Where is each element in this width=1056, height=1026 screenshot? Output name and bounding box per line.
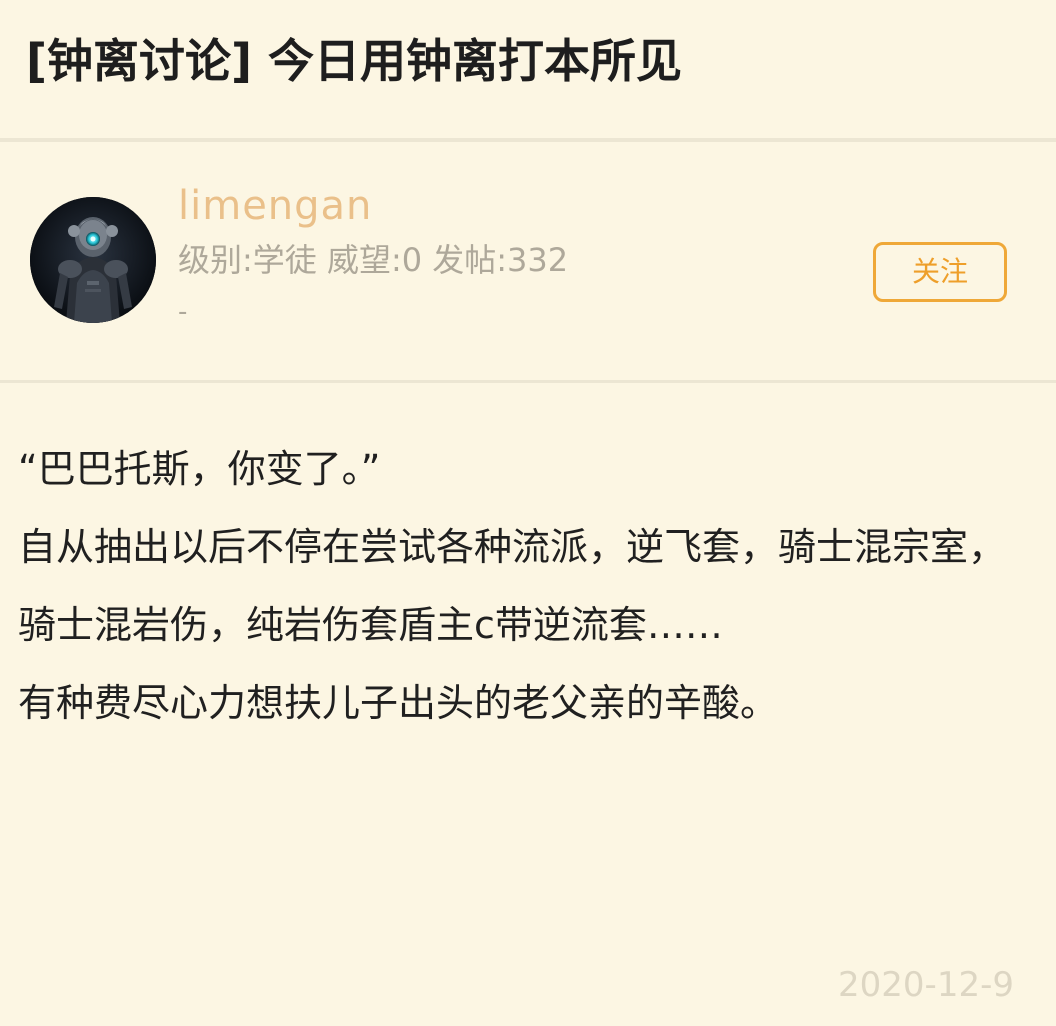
- post-body: “巴巴托斯，你变了。” 自从抽出以后不停在尝试各种流派，逆飞套，骑士混宗室，骑士…: [18, 430, 1026, 742]
- post-date: 2020-12-9: [838, 965, 1014, 1005]
- author-section: limengan 级别:学徒 威望:0 发帖:332 - 关注: [0, 142, 1056, 383]
- author-stats: 级别:学徒 威望:0 发帖:332: [178, 241, 569, 279]
- post-paragraph: 自从抽出以后不停在尝试各种流派，逆飞套，骑士混宗室，骑士混岩伤，纯岩伤套盾主c带…: [18, 525, 1007, 647]
- post-header: [钟离讨论] 今日用钟离打本所见: [0, 0, 1056, 142]
- avatar[interactable]: [30, 197, 156, 323]
- post-paragraph: “巴巴托斯，你变了。”: [18, 447, 381, 491]
- post-title: [钟离讨论] 今日用钟离打本所见: [26, 34, 683, 88]
- author-signature: -: [178, 297, 188, 327]
- post-paragraph: 有种费尽心力想扶儿子出头的老父亲的辛酸。: [18, 681, 779, 725]
- armored-soldier-avatar-icon: [30, 197, 156, 323]
- author-username[interactable]: limengan: [178, 180, 372, 232]
- follow-button[interactable]: 关注: [873, 242, 1007, 302]
